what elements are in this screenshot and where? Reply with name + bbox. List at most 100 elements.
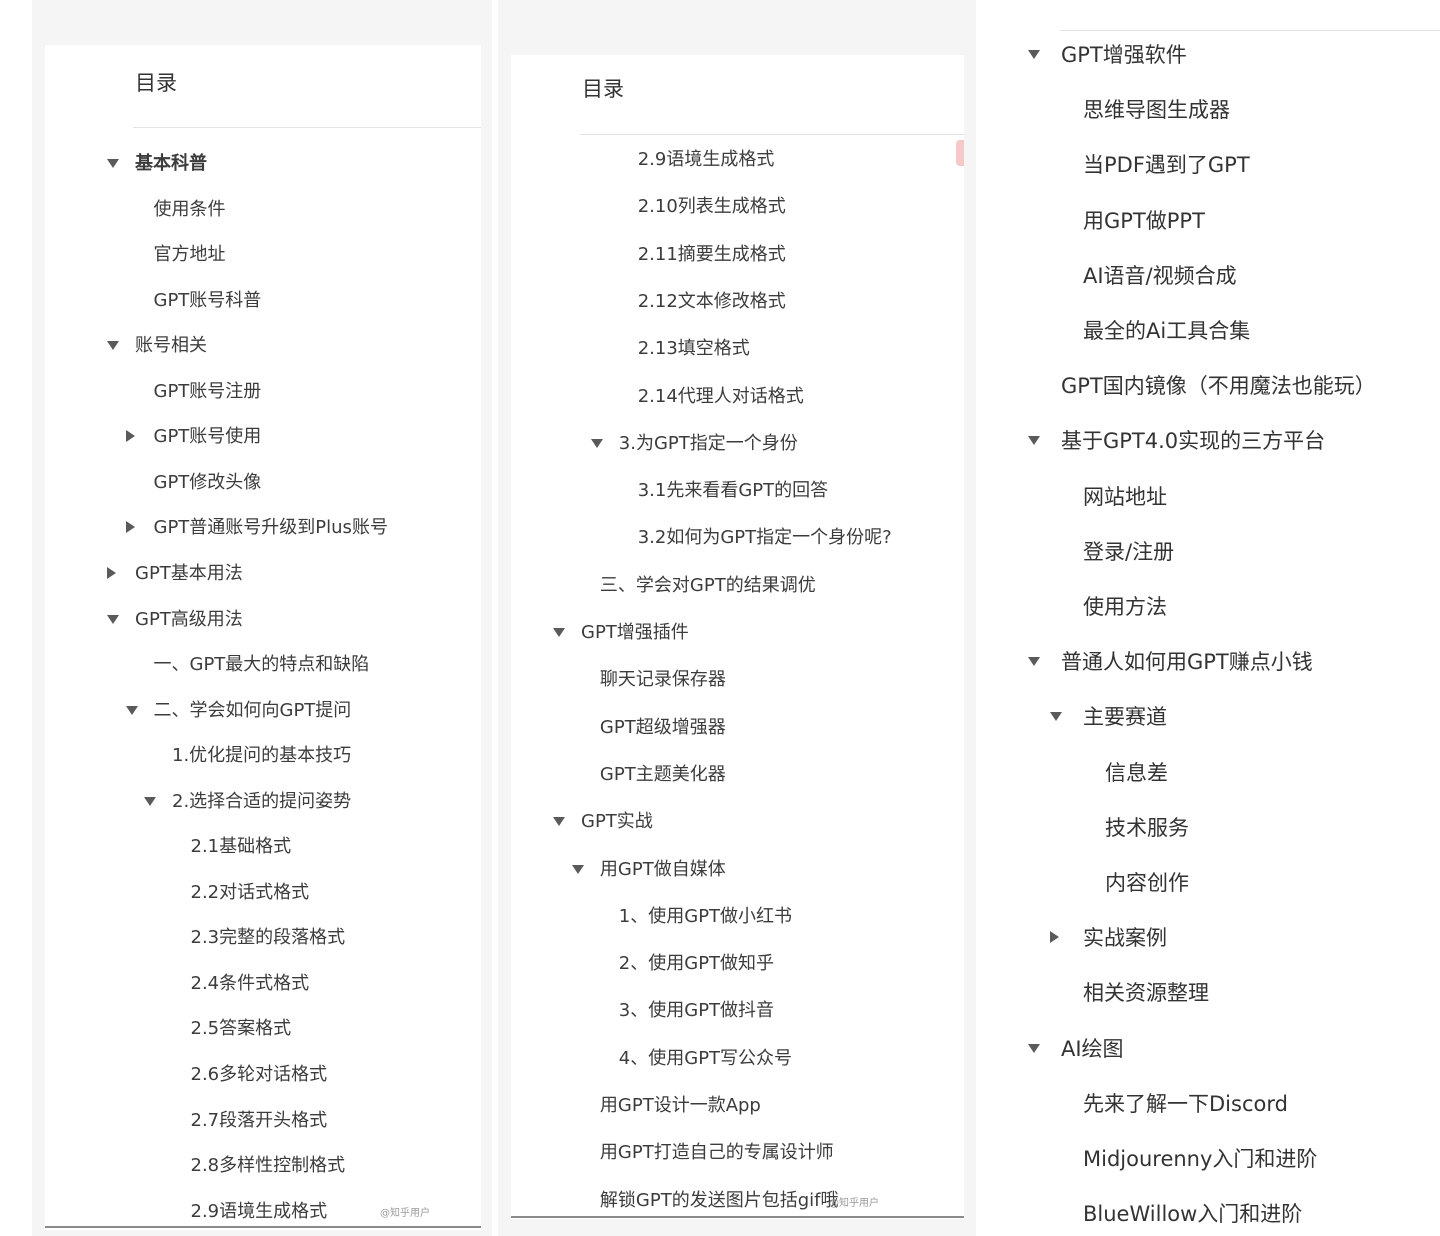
toc-item[interactable]: GPT超级增强器 [511,711,964,745]
caret-down-icon[interactable] [107,614,119,624]
toc-item[interactable]: 用GPT做自媒体 [511,853,964,887]
toc-item-label: 聊天记录保存器 [599,669,726,691]
toc-item[interactable]: 账号相关 [45,329,481,363]
toc-item[interactable]: GPT国内镜像（不用魔法也能玩） [994,369,1440,403]
toc-item[interactable]: 3.2如何为GPT指定一个身份呢? [511,521,964,555]
toc-item[interactable]: 聊天记录保存器 [511,663,964,697]
toc-item[interactable]: 当PDF遇到了GPT [994,148,1440,182]
toc-item[interactable]: GPT增强软件 [994,38,1440,72]
toc-item[interactable]: 2.13填空格式 [511,332,964,366]
toc-item[interactable]: 思维导图生成器 [994,93,1440,127]
caret-down-icon[interactable] [107,159,119,168]
toc-item[interactable]: 2.1基础格式 [45,830,481,864]
toc-item[interactable]: 2.9语境生成格式 [511,143,964,177]
toc-item-label: 2.10列表生成格式 [637,196,786,218]
caret-down-icon[interactable] [107,341,119,351]
panel-bottom-border [511,1216,964,1218]
toc-item[interactable]: GPT实战 [511,805,964,839]
toc-item-label: Midjourenny入门和进阶 [1083,1147,1318,1171]
toc-item[interactable]: 一、GPT最大的特点和缺陷 [45,648,481,682]
toc-item-label: 3.1先来看看GPT的回答 [637,480,829,502]
toc-item-label: 最全的Ai工具合集 [1083,319,1251,343]
toc-item[interactable]: 2、使用GPT做知乎 [511,947,964,981]
toc-item[interactable]: 用GPT设计一款App [511,1089,964,1123]
toc-item-label: 用GPT设计一款App [599,1095,761,1116]
toc-item[interactable]: GPT普通账号升级到Plus账号 [45,511,481,545]
toc-item[interactable]: GPT高级用法 [45,603,481,637]
top-divider [1060,30,1440,31]
toc-item[interactable]: 使用条件 [45,193,481,227]
toc-item[interactable]: 2.选择合适的提问姿势 [45,785,481,819]
toc-item[interactable]: 2.8多样性控制格式 [45,1149,481,1183]
toc-item-label: 信息差 [1105,760,1168,785]
toc-item[interactable]: 3、使用GPT做抖音 [511,994,964,1028]
caret-down-icon[interactable] [1028,657,1040,667]
toc-item[interactable]: 技术服务 [994,811,1440,845]
toc-item[interactable]: 内容创作 [994,866,1440,900]
toc-item[interactable]: 1.优化提问的基本技巧 [45,739,481,773]
toc-item[interactable]: 3.为GPT指定一个身份 [511,427,964,461]
toc-item[interactable]: GPT增强插件 [511,616,964,650]
toc-item[interactable]: 3.1先来看看GPT的回答 [511,474,964,508]
toc-item[interactable]: 2.7段落开头格式 [45,1104,481,1138]
toc-item[interactable]: GPT修改头像 [45,466,481,500]
toc-item[interactable]: 二、学会如何向GPT提问 [45,694,481,728]
toc-item[interactable]: 2.6多轮对话格式 [45,1058,481,1092]
toc-item[interactable]: 先来了解一下Discord [994,1087,1440,1121]
caret-right-icon[interactable] [1050,931,1059,944]
toc-item[interactable]: 登录/注册 [994,535,1440,569]
toc-item[interactable]: GPT账号科普 [45,284,481,318]
toc-item[interactable]: 2.3完整的段落格式 [45,921,481,955]
toc-item[interactable]: 用GPT做PPT [994,204,1440,238]
toc-item[interactable]: 普通人如何用GPT赚点小钱 [994,645,1440,679]
toc-item[interactable]: 网站地址 [994,480,1440,514]
toc-item-label: 先来了解一下Discord [1083,1091,1288,1116]
toc-item[interactable]: 解锁GPT的发送图片包括gif哦 [511,1184,964,1218]
caret-down-icon[interactable] [1050,712,1062,722]
caret-down-icon[interactable] [553,817,565,827]
toc-item[interactable]: 4、使用GPT写公众号 [511,1042,964,1076]
caret-down-icon[interactable] [1028,50,1040,59]
toc-item[interactable]: 2.2对话式格式 [45,876,481,910]
toc-item[interactable]: 2.4条件式格式 [45,967,481,1001]
caret-down-icon[interactable] [1028,436,1040,446]
toc-item[interactable]: 2.10列表生成格式 [511,190,964,224]
toc-item[interactable]: BlueWillow入门和进阶 [994,1197,1440,1231]
caret-down-icon[interactable] [1028,1043,1040,1053]
toc-item[interactable]: GPT主题美化器 [511,758,964,792]
toc-item[interactable]: 基于GPT4.0实现的三方平台 [994,424,1440,458]
caret-down-icon[interactable] [571,864,584,874]
caret-down-icon[interactable] [125,705,138,715]
toc-item[interactable]: 2.11摘要生成格式 [511,238,964,272]
caret-right-icon[interactable] [107,566,116,579]
toc-item[interactable]: Midjourenny入门和进阶 [994,1142,1440,1176]
toc-item-label: 网站地址 [1083,484,1167,509]
toc-item[interactable]: 主要赛道 [994,700,1440,734]
toc-item[interactable]: 信息差 [994,756,1440,790]
toc-item[interactable]: AI语音/视频合成 [994,259,1440,293]
toc-item[interactable]: 用GPT打造自己的专属设计师 [511,1136,964,1170]
toc-item[interactable]: 三、学会对GPT的结果调优 [511,569,964,603]
toc-item[interactable]: GPT账号注册 [45,375,481,409]
toc-item[interactable]: 最全的Ai工具合集 [994,314,1440,348]
toc-item[interactable]: AI绘图 [994,1032,1440,1066]
caret-down-icon[interactable] [144,796,156,806]
caret-right-icon[interactable] [125,430,135,443]
toc-item-label: 2.6多轮对话格式 [190,1064,328,1085]
toc-item[interactable]: 相关资源整理 [994,976,1440,1010]
toc-item[interactable]: 官方地址 [45,238,481,272]
toc-item[interactable]: GPT基本用法 [45,557,481,591]
caret-down-icon[interactable] [590,438,603,448]
toc-item[interactable]: GPT账号使用 [45,420,481,454]
toc-item[interactable]: 实战案例 [994,921,1440,955]
toc-item[interactable]: 2.12文本修改格式 [511,285,964,319]
toc-item-label: 使用方法 [1083,595,1167,619]
toc-item[interactable]: 基本科普 [45,147,481,181]
caret-down-icon[interactable] [553,628,565,637]
toc-item[interactable]: 2.14代理人对话格式 [511,380,964,414]
toc-item[interactable]: 1、使用GPT做小红书 [511,900,964,934]
toc-item[interactable]: 2.5答案格式 [45,1012,481,1046]
toc-panel-2: 目录 2.9语境生成格式 2.10列表生成格式 2.11摘要生成格式 2.12文本修改… [511,55,964,1219]
caret-right-icon[interactable] [125,521,135,534]
toc-item[interactable]: 使用方法 [994,590,1440,624]
